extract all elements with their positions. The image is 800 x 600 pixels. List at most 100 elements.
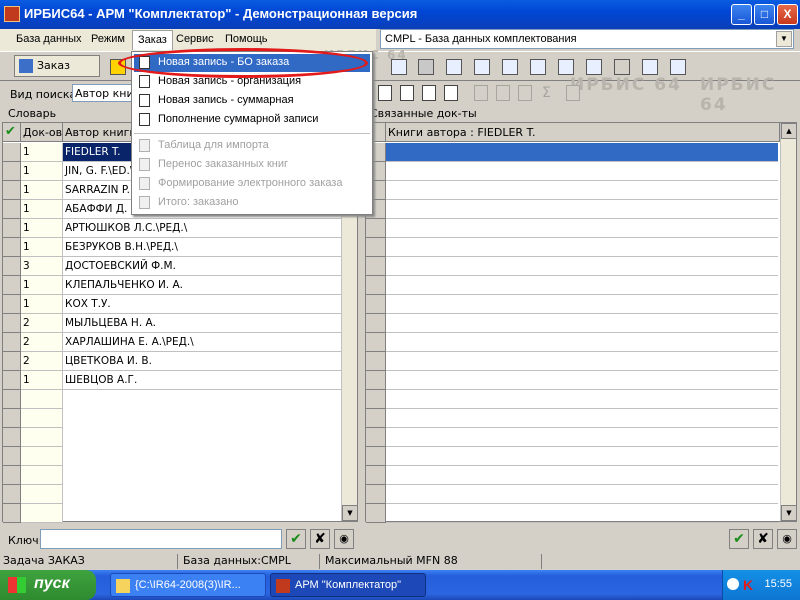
row-selector[interactable] — [3, 219, 21, 238]
row-selector[interactable] — [366, 257, 386, 276]
taskbar-item-app[interactable]: АРМ "Комплектатор" — [270, 573, 426, 597]
linked-doc-row[interactable] — [386, 219, 778, 238]
graph-icon[interactable] — [642, 59, 658, 75]
search-type-select[interactable]: Автор книги — [72, 84, 132, 102]
linked-doc-row[interactable] — [386, 200, 778, 219]
order-button[interactable]: Заказ — [14, 55, 100, 77]
key-input[interactable] — [40, 529, 282, 549]
new-doc-icon-2[interactable] — [400, 85, 414, 101]
antivirus-icon[interactable]: K — [743, 577, 753, 593]
view-icon[interactable]: ◉ — [334, 529, 354, 549]
start-button[interactable]: пуск — [0, 570, 96, 600]
row-count[interactable]: 1 — [21, 295, 63, 314]
linked-doc-row[interactable] — [386, 238, 778, 257]
linked-doc-row[interactable] — [386, 371, 778, 390]
menu-item-3[interactable]: Новая запись - суммарная — [134, 92, 370, 110]
row-author[interactable]: КЛЕПАЛЬЧЕНКО И. А. — [63, 276, 343, 295]
cancel-icon[interactable]: ✘ — [310, 529, 330, 549]
row-selector[interactable] — [3, 428, 21, 447]
linked-doc-row[interactable] — [386, 466, 778, 485]
row-count[interactable]: 2 — [21, 352, 63, 371]
refresh-icon[interactable] — [670, 59, 686, 75]
title-bar[interactable]: ИРБИС64 - АРМ "Комплектатор" - Демонстра… — [0, 0, 800, 29]
row-count[interactable]: 2 — [21, 314, 63, 333]
row-count[interactable]: 1 — [21, 200, 63, 219]
row-selector[interactable] — [366, 371, 386, 390]
row-count[interactable]: 2 — [21, 333, 63, 352]
row-selector[interactable] — [366, 352, 386, 371]
menu-help[interactable]: Помощь — [225, 33, 268, 45]
row-count[interactable]: 1 — [21, 276, 63, 295]
col-count-header[interactable]: Док-ов — [21, 123, 63, 142]
tool-icon[interactable] — [614, 59, 630, 75]
row-selector[interactable] — [366, 314, 386, 333]
folder-icon[interactable] — [110, 59, 126, 75]
tray-arrow-icon[interactable] — [727, 578, 739, 590]
row-selector[interactable] — [366, 485, 386, 504]
scroll-down-icon[interactable]: ▼ — [781, 505, 797, 521]
minimize-button[interactable]: _ — [731, 4, 752, 25]
scroll-up-icon[interactable]: ▲ — [781, 123, 797, 139]
row-selector[interactable] — [3, 143, 21, 162]
row-author[interactable]: ШЕВЦОВ А.Г. — [63, 371, 343, 390]
chevron-down-icon[interactable]: ▼ — [776, 31, 792, 47]
menu-database[interactable]: База данных — [16, 33, 82, 45]
row-selector[interactable] — [3, 162, 21, 181]
cancel-icon-right[interactable]: ✘ — [753, 529, 773, 549]
row-selector[interactable] — [3, 504, 21, 523]
row-selector[interactable] — [366, 333, 386, 352]
linked-doc-row[interactable] — [386, 314, 778, 333]
row-count[interactable]: 1 — [21, 181, 63, 200]
check-icon[interactable]: ✔ — [3, 123, 21, 142]
row-author[interactable]: ДОСТОЕВСКИЙ Ф.М. — [63, 257, 343, 276]
records-icon[interactable] — [502, 59, 518, 75]
menu-item-4[interactable]: Пополнение суммарной записи — [134, 111, 370, 129]
close-button[interactable]: X — [777, 4, 798, 25]
row-selector[interactable] — [3, 257, 21, 276]
linked-doc-row[interactable] — [386, 276, 778, 295]
row-selector[interactable] — [3, 466, 21, 485]
row-selector[interactable] — [366, 238, 386, 257]
row-count[interactable]: 1 — [21, 219, 63, 238]
menu-item-2[interactable]: Новая запись - организация — [134, 73, 370, 91]
row-selector[interactable] — [3, 390, 21, 409]
linked-doc-row[interactable] — [386, 390, 778, 409]
menu-service[interactable]: Сервис — [176, 33, 214, 45]
report-icon[interactable] — [530, 59, 546, 75]
linked-doc-row[interactable] — [386, 257, 778, 276]
maximize-button[interactable]: □ — [754, 4, 775, 25]
menu-order[interactable]: Заказ — [132, 30, 173, 50]
linked-doc-row[interactable] — [386, 352, 778, 371]
row-author[interactable]: АРТЮШКОВ Л.С.\РЕД.\ — [63, 219, 343, 238]
row-selector[interactable] — [3, 200, 21, 219]
row-selector[interactable] — [3, 238, 21, 257]
print-icon[interactable] — [418, 59, 434, 75]
chart-icon[interactable] — [558, 59, 574, 75]
row-count[interactable]: 1 — [21, 143, 63, 162]
row-count[interactable]: 1 — [21, 371, 63, 390]
apply-check-icon-right[interactable]: ✔ — [729, 529, 749, 549]
linked-doc-row[interactable] — [386, 447, 778, 466]
row-selector[interactable] — [366, 276, 386, 295]
linked-doc-row[interactable] — [386, 162, 778, 181]
row-author[interactable]: КОХ Т.У. — [63, 295, 343, 314]
view-icon-right[interactable]: ◉ — [777, 529, 797, 549]
linked-doc-row[interactable] — [386, 143, 778, 162]
row-selector[interactable] — [3, 181, 21, 200]
row-author[interactable]: ХАРЛАШИНА Е. А.\РЕД.\ — [63, 333, 343, 352]
menu-mode[interactable]: Режим — [91, 33, 125, 45]
scroll-down-icon[interactable]: ▼ — [342, 505, 358, 521]
linked-doc-row[interactable] — [386, 504, 778, 523]
calc-icon[interactable] — [586, 59, 602, 75]
linked-doc-row[interactable] — [386, 181, 778, 200]
row-author[interactable]: МЫЛЬЦЕВА Н. А. — [63, 314, 343, 333]
new-doc-icon-3[interactable] — [422, 85, 436, 101]
row-selector[interactable] — [366, 428, 386, 447]
row-count[interactable]: 1 — [21, 238, 63, 257]
row-selector[interactable] — [3, 352, 21, 371]
menu-item-1[interactable]: Новая запись - БО заказа — [134, 54, 370, 72]
document-icon[interactable] — [391, 59, 407, 75]
linked-doc-row[interactable] — [386, 409, 778, 428]
apply-check-icon[interactable]: ✔ — [286, 529, 306, 549]
row-author[interactable]: БЕЗРУКОВ В.Н.\РЕД.\ — [63, 238, 343, 257]
